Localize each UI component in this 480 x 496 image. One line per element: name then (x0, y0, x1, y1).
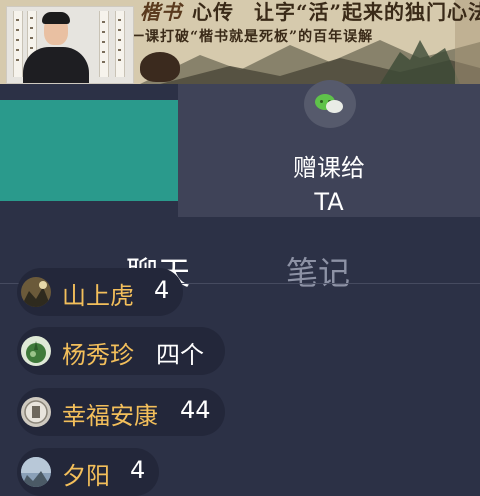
teal-overlay-panel (0, 100, 178, 201)
user-avatar[interactable] (21, 336, 51, 366)
calligraphy-scroll (99, 11, 109, 77)
chat-message[interactable]: 幸福安康 44 (17, 388, 225, 436)
gift-target-label[interactable]: TA (178, 188, 480, 216)
presenter-hair (42, 12, 70, 24)
user-avatar[interactable] (21, 397, 51, 427)
chat-sender-name: 夕阳 (62, 462, 110, 490)
tab-notes[interactable]: 笔记 (286, 248, 350, 294)
chat-sender-name: 山上虎 (62, 282, 134, 310)
chat-message-text: 四个 (156, 341, 204, 369)
live-video-stream[interactable]: 楷书 心传 让字“活”起来的独门心法 一课打破“楷书就是死板”的百年误解 (0, 0, 480, 84)
course-subtitle: 一课打破“楷书就是死板”的百年误解 (130, 29, 374, 45)
calligraphy-scroll (115, 11, 125, 77)
calligraphy-scroll (13, 11, 23, 77)
chat-message[interactable]: 夕阳 4 (17, 448, 159, 496)
chat-message-text: 44 (180, 396, 211, 424)
chat-sender-name: 幸福安康 (62, 402, 158, 430)
user-avatar[interactable] (21, 457, 51, 487)
chat-message[interactable]: 山上虎 4 (17, 268, 183, 316)
chat-message[interactable]: 杨秀珍 四个 (17, 327, 225, 375)
presenter-camera-view[interactable] (6, 6, 134, 84)
chat-message-text: 4 (154, 276, 170, 304)
ink-jar-decoration (140, 52, 180, 82)
wechat-icon[interactable] (304, 80, 356, 128)
user-avatar[interactable] (21, 277, 51, 307)
course-title: 楷书 心传 让字“活”起来的独门心法 (140, 0, 480, 25)
course-title-rest: 心传 (192, 0, 234, 24)
presenter-body (23, 47, 89, 83)
course-title-brush: 楷书 (140, 0, 182, 24)
chat-sender-name: 杨秀珍 (62, 341, 134, 369)
course-tagline: 让字“活”起来的独门心法 (253, 0, 480, 24)
gift-course-label[interactable]: 赠课给 (178, 148, 480, 183)
